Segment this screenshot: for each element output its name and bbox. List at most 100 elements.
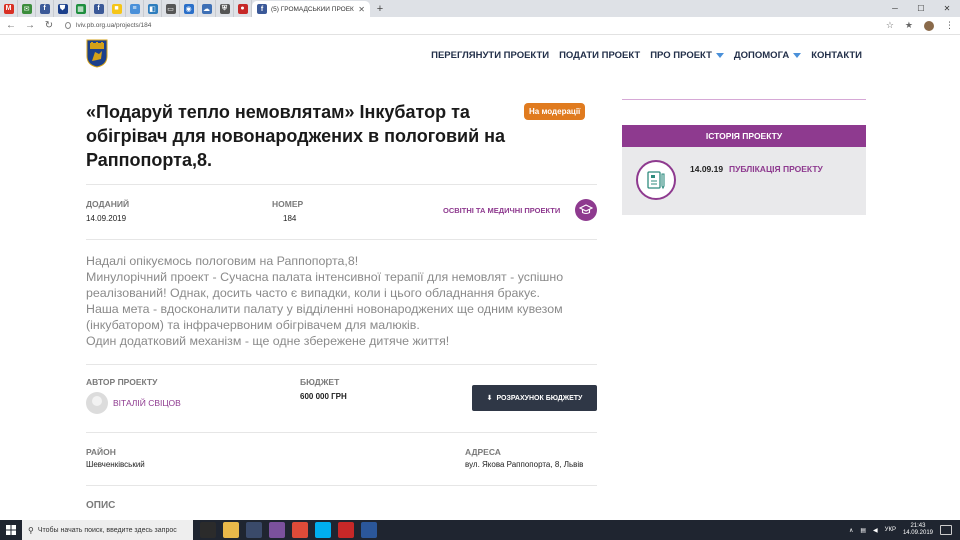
notification-icon[interactable]: [940, 525, 952, 535]
pinned-tab[interactable]: ⛨: [216, 0, 234, 17]
browser-toolbar: ← → ↻ lviv.pb.org.ua/projects/184 ☆ ★ ⋮: [0, 17, 960, 35]
lviv-crest-logo[interactable]: [86, 39, 108, 68]
facebook-icon: f: [257, 4, 267, 14]
minimize-icon[interactable]: ─: [882, 0, 908, 17]
windows-start-icon[interactable]: [0, 520, 22, 540]
nav-item-label: ПОДАТИ ПРОЕКТ: [559, 50, 641, 61]
new-tab-button[interactable]: +: [373, 1, 387, 17]
pinned-tab[interactable]: M: [0, 0, 18, 17]
window-controls: ─ ☐ ✕: [882, 0, 960, 17]
status-badge: На модерації: [524, 103, 586, 120]
address-value: вул. Якова Раппопорта, 8, Львів: [465, 460, 584, 469]
ukraine-flag-icon: ■: [111, 3, 122, 14]
search-icon: ⚲: [28, 525, 34, 535]
pinned-tab[interactable]: ⛊: [54, 0, 72, 17]
budget-value: 600 000 ГРН: [300, 392, 347, 401]
language-indicator[interactable]: УКР: [885, 527, 896, 533]
word-icon[interactable]: [361, 522, 377, 538]
viber-icon[interactable]: [269, 522, 285, 538]
browser-tabstrip: M ✉ f ⛊ ▦ f ■ ≡ ◧ ▭ ◉ ☁ ⛨ ● f (5) ГРОМАДСЬКИЙ ПРОЕКТ …: [0, 0, 960, 17]
monitor-icon: ▭: [165, 3, 176, 14]
nav-item[interactable]: ПРО ПРОЕКТ: [650, 50, 724, 61]
info-icon[interactable]: [65, 22, 71, 29]
mail-icon: ✉: [21, 3, 32, 14]
bookmark-star-icon[interactable]: ☆: [886, 20, 894, 31]
project-title: «Подаруй тепло немовлятам» Інкубатор та …: [86, 102, 506, 170]
photo-icon[interactable]: [246, 522, 262, 538]
site-header: ПЕРЕГЛЯНУТИ ПРОЕКТИ ПОДАТИ ПРОЕКТ ПРО ПРОЕ…: [0, 36, 960, 80]
added-label: ДОДАНИЙ: [86, 199, 130, 209]
menu-icon[interactable]: ⋮: [945, 20, 954, 31]
app-icon[interactable]: [338, 522, 354, 538]
nav-item-label: ПЕРЕГЛЯНУТИ ПРОЕКТИ: [431, 50, 550, 61]
taskbar-search[interactable]: ⚲ Чтобы начать поиск, введите здесь запр…: [22, 520, 193, 540]
back-icon[interactable]: ←: [6, 20, 16, 31]
clock[interactable]: 21:43 14.09.2019: [903, 523, 933, 537]
forward-icon[interactable]: →: [25, 20, 35, 31]
doc-icon: ≡: [129, 3, 140, 14]
volume-icon[interactable]: ◀: [873, 527, 878, 534]
crest-icon: ⛊: [57, 3, 68, 14]
caret-down-icon: [793, 53, 802, 58]
pinned-tab[interactable]: ◉: [180, 0, 198, 17]
tab-close-icon[interactable]: ✕: [358, 5, 365, 14]
extension-icon[interactable]: ★: [905, 20, 913, 31]
pinned-tab[interactable]: ▭: [162, 0, 180, 17]
chevron-up-icon[interactable]: ∧: [849, 527, 853, 534]
pinned-tab[interactable]: ☁: [198, 0, 216, 17]
address-bar[interactable]: lviv.pb.org.ua/projects/184: [63, 19, 877, 33]
pinned-tab[interactable]: ■: [108, 0, 126, 17]
caret-down-icon: [715, 53, 724, 58]
skype-icon[interactable]: [315, 522, 331, 538]
divider: [86, 432, 597, 433]
budget-calc-button[interactable]: ⬇ РОЗРАХУНОК БЮДЖЕТУ: [472, 385, 597, 411]
nav-item[interactable]: ПЕРЕГЛЯНУТИ ПРОЕКТИ: [431, 50, 549, 61]
description-section-label: ОПИС: [86, 500, 116, 511]
close-window-icon[interactable]: ✕: [934, 0, 960, 17]
facebook-icon: f: [93, 3, 104, 14]
eye-icon: ◉: [183, 3, 194, 14]
chrome-icon[interactable]: [292, 522, 308, 538]
pinned-tab[interactable]: ●: [234, 0, 252, 17]
document-icon: [636, 160, 676, 200]
added-date: 14.09.2019: [86, 214, 127, 223]
windows-taskbar: ⚲ Чтобы начать поиск, введите здесь запр…: [0, 520, 960, 540]
pinned-tab[interactable]: ✉: [18, 0, 36, 17]
store-icon[interactable]: [200, 522, 216, 538]
nav-item-label: ПРО ПРОЕКТ: [650, 50, 712, 61]
history-date: 14.09.19: [690, 164, 724, 174]
network-icon[interactable]: ▤: [860, 527, 866, 534]
project-description: Надалі опікуємось пологовим на Раппопорт…: [86, 253, 602, 349]
sidebar-divider: [622, 99, 866, 100]
description-paragraph: Наша мета - вдосконалити палату у відділ…: [86, 302, 563, 332]
folder-icon[interactable]: [223, 522, 239, 538]
district-label: РАЙОН: [86, 447, 116, 457]
divider: [86, 184, 597, 185]
nav-item[interactable]: ПОДАТИ ПРОЕКТ: [559, 50, 640, 61]
graduation-cap-icon[interactable]: [575, 199, 597, 221]
profile-avatar[interactable]: [924, 20, 934, 31]
budget-calc-label: РОЗРАХУНОК БЮДЖЕТУ: [496, 394, 583, 402]
nav-item[interactable]: ДОПОМОГА: [733, 50, 802, 61]
url-text: lviv.pb.org.ua/projects/184: [76, 22, 152, 29]
author-label: АВТОР ПРОЕКТУ: [86, 377, 158, 387]
pinned-tab[interactable]: ≡: [126, 0, 144, 17]
gmail-icon: M: [3, 3, 14, 14]
pinned-tab[interactable]: f: [36, 0, 54, 17]
maximize-icon[interactable]: ☐: [908, 0, 934, 17]
pinned-tab[interactable]: ▦: [72, 0, 90, 17]
reload-icon[interactable]: ↻: [44, 20, 54, 31]
budget-label: БЮДЖЕТ: [300, 377, 340, 387]
nav-item[interactable]: КОНТАКТИ: [811, 50, 862, 61]
active-tab[interactable]: f (5) ГРОМАДСЬКИЙ ПРОЕКТ "ДА ✕: [252, 1, 370, 17]
pin-icon: ●: [237, 3, 248, 14]
clock-time: 21:43: [910, 523, 926, 529]
nav-item-label: КОНТАКТИ: [811, 50, 862, 61]
pinned-tab[interactable]: f: [90, 0, 108, 17]
author-name-link[interactable]: ВІТАЛІЙ СВІЦОВ: [113, 398, 181, 408]
category-link[interactable]: ОСВІТНІ ТА МЕДИЧНІ ПРОЕКТИ: [443, 206, 560, 215]
nav-item-label: ДОПОМОГА: [733, 50, 790, 61]
history-heading: ІСТОРІЯ ПРОЕКТУ: [622, 125, 866, 147]
tab-title: (5) ГРОМАДСЬКИЙ ПРОЕКТ "ДА: [271, 5, 354, 13]
pinned-tab[interactable]: ◧: [144, 0, 162, 17]
